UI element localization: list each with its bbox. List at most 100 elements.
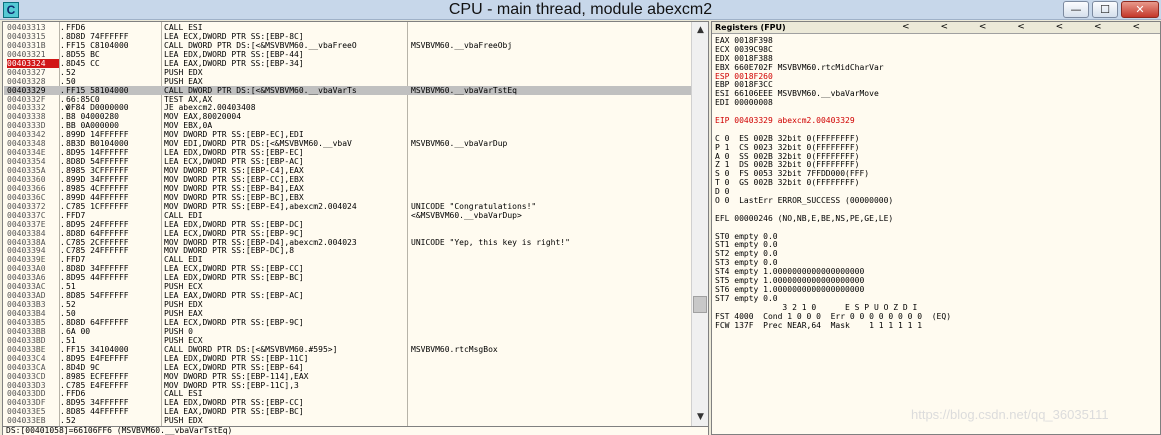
register-line[interactable]: S 0 FS 0053 32bit 7FFDD000(FFF)	[715, 169, 951, 178]
instruction-row[interactable]: 004033CA. 8D4D 9C LEA ECX,DWORD PTR SS:[EB…	[4, 363, 694, 372]
instruction-row[interactable]: 00403315. 8D8D 74FFFFFF LEA ECX,DWORD PTR …	[4, 32, 694, 41]
register-line[interactable]: ST3 empty 0.0	[715, 258, 951, 267]
register-line[interactable]	[715, 125, 951, 134]
register-line[interactable]: ESI 66106EEE MSVBVM60.__vbaVarMove	[715, 89, 951, 98]
instruction-row[interactable]: 0040334E. 8D95 14FFFFFF LEA EDX,DWORD PTR …	[4, 148, 694, 157]
instruction-hex: B8 04000280	[66, 112, 119, 122]
register-line[interactable]: ST6 empty 1.0000000000000000000	[715, 285, 951, 294]
register-line[interactable]: EAX 0018F398	[715, 36, 951, 45]
register-line[interactable]: 3 2 1 0 E S P U O Z D I	[715, 303, 951, 312]
register-line[interactable]: EBX 660E702F MSVBVM60.rtcMidCharVar	[715, 63, 951, 72]
register-line[interactable]: O 0 LastErr ERROR_SUCCESS (00000000)	[715, 196, 951, 205]
instruction-address: 00403338	[7, 112, 46, 122]
register-line[interactable]: C 0 ES 002B 32bit 0(FFFFFFFF)	[715, 134, 951, 143]
instruction-row[interactable]: 004033EB. 52 PUSH EDX	[4, 416, 694, 425]
register-line[interactable]: T 0 GS 002B 32bit 0(FFFFFFFF)	[715, 178, 951, 187]
instruction-row[interactable]: 004033B5. 8D8D 64FFFFFF LEA ECX,DWORD PTR …	[4, 318, 694, 327]
instruction-row[interactable]: 004033E5. 8D85 44FFFFFF LEA EAX,DWORD PTR …	[4, 407, 694, 416]
register-line[interactable]	[715, 223, 951, 232]
instruction-row[interactable]: 004033A0. 8D8D 34FFFFFF LEA ECX,DWORD PTR …	[4, 264, 694, 273]
register-line[interactable]: Z 1 DS 002B 32bit 0(FFFFFFFF)	[715, 160, 951, 170]
register-line[interactable]: P 1 CS 0023 32bit 0(FFFFFFFF)	[715, 143, 951, 152]
instruction-hex: 6A 00	[66, 326, 91, 336]
register-view-arrows[interactable]: < < < < < < <	[902, 22, 1154, 32]
instruction-row[interactable]: 004033BD. 51 PUSH ECX	[4, 336, 694, 345]
instruction-row[interactable]: 0040331B. FF15 C8104000 CALL DWORD PTR DS:…	[4, 41, 694, 50]
register-line[interactable]: D 0	[715, 187, 951, 196]
register-line[interactable]	[715, 107, 951, 116]
instruction-row[interactable]: 0040336C. 899D 44FFFFFF MOV DWORD PTR SS:[…	[4, 193, 694, 202]
instruction-text: LEA EAX,DWORD PTR SS:[EBP-AC]	[164, 291, 304, 301]
instruction-row[interactable]: 0040337C. FFD7 CALL EDI <&MSVBVM60.__vbaVar…	[4, 211, 694, 220]
register-line[interactable]: ST0 empty 0.0	[715, 232, 951, 241]
register-line[interactable]: EIP 00403329 abexcm2.00403329	[715, 116, 951, 125]
instruction-row[interactable]: 004033B3. 52 PUSH EDX	[4, 300, 694, 309]
instruction-row[interactable]: 004033BE. FF15 34104000 CALL DWORD PTR DS:…	[4, 345, 694, 354]
instruction-row[interactable]: 0040339E. FFD7 CALL EDI	[4, 255, 694, 264]
instruction-address: 0040339E	[7, 255, 46, 265]
register-line[interactable]: FST 4000 Cond 1 0 0 0 Err 0 0 0 0 0 0 0 …	[715, 312, 951, 321]
instruction-row[interactable]: 004033CD. 8985 ECFEFFFF MOV DWORD PTR SS:[…	[4, 372, 694, 381]
register-line[interactable]: ECX 0039C98C	[715, 45, 951, 54]
instruction-row[interactable]: 004033DF. 8D95 34FFFFFF LEA EDX,DWORD PTR …	[4, 398, 694, 407]
instruction-row[interactable]: 004033BB. 6A 00 PUSH 0	[4, 327, 694, 336]
register-line[interactable]: ST1 empty 0.0	[715, 240, 951, 250]
instruction-row[interactable]: 004033C4. 8D95 E4FEFFFF LEA EDX,DWORD PTR …	[4, 354, 694, 363]
register-line[interactable]: EDX 0018F388	[715, 54, 951, 63]
instruction-row[interactable]: 00403338. B8 04000280 MOV EAX,80020004	[4, 112, 694, 121]
register-line[interactable]: A 0 SS 002B 32bit 0(FFFFFFFF)	[715, 152, 951, 161]
registers-pane[interactable]: Registers (FPU) < < < < < < < EAX 0018F3…	[711, 21, 1161, 435]
instruction-row[interactable]: 004033A6. 8D95 44FFFFFF LEA EDX,DWORD PTR …	[4, 273, 694, 282]
instruction-row[interactable]: 00403348. 8B3D B0104000 MOV EDI,DWORD PTR …	[4, 139, 694, 148]
instruction-row[interactable]: 0040333D. BB 0A000000 MOV EBX,0A	[4, 121, 694, 130]
instruction-text: MOV EBX,0A	[164, 121, 213, 131]
instruction-row[interactable]: 00403384. 8D8D 64FFFFFF LEA ECX,DWORD PTR …	[4, 229, 694, 238]
instruction-row[interactable]: 004033AC. 51 PUSH ECX	[4, 282, 694, 291]
disassembly-pane[interactable]: 00403313. FFD6 CALL ESI 00403315. 8D8D 74FFF…	[2, 21, 709, 427]
register-line[interactable]	[715, 205, 951, 214]
register-line[interactable]: ST5 empty 1.0000000000000000000	[715, 276, 951, 285]
instruction-row[interactable]: 00403366. 8985 4CFFFFFF MOV DWORD PTR SS:[…	[4, 184, 694, 193]
instruction-row[interactable]: 004033AD. 8D85 54FFFFFF LEA EAX,DWORD PTR …	[4, 291, 694, 300]
instruction-row[interactable]: 00403328. 50 PUSH EAX	[4, 77, 694, 86]
instruction-hex: 8D85 44FFFFFF	[66, 407, 129, 417]
instruction-row[interactable]: 004033B4. 50 PUSH EAX	[4, 309, 694, 318]
register-line[interactable]: ST4 empty 1.0000000000000000000	[715, 267, 951, 276]
instruction-row[interactable]: 004033D3. C785 E4FEFFFF MOV DWORD PTR SS:[…	[4, 381, 694, 390]
instruction-row[interactable]: 00403354. 8D8D 54FFFFFF LEA ECX,DWORD PTR …	[4, 157, 694, 166]
instruction-row[interactable]: 00403313. FFD6 CALL ESI	[4, 23, 694, 32]
register-line[interactable]: EBP 0018F3CC	[715, 80, 951, 90]
title-bar: C CPU - main thread, module abexcm2 — ☐ …	[0, 0, 1161, 20]
instruction-comment: MSVBVM60.__vbaFreeObj	[411, 40, 513, 50]
instruction-row[interactable]: 00403394. C785 24FFFFFF MOV DWORD PTR SS:[…	[4, 246, 694, 255]
instruction-row[interactable]: 00403372. C785 1CFFFFFF MOV DWORD PTR SS:[…	[4, 202, 694, 211]
instruction-row[interactable]: 00403327. 52 PUSH EDX	[4, 68, 694, 77]
instruction-row[interactable]: 0040337E. 8D95 24FFFFFF LEA EDX,DWORD PTR …	[4, 220, 694, 229]
instruction-row[interactable]: 00403342. 899D 14FFFFFF MOV DWORD PTR SS:[…	[4, 130, 694, 139]
register-line[interactable]: EDI 00000008	[715, 98, 951, 107]
register-line[interactable]: EFL 00000246 (NO,NB,E,BE,NS,PE,GE,LE)	[715, 214, 951, 223]
instruction-row[interactable]: 0040335A. 8985 3CFFFFFF MOV DWORD PTR SS:[…	[4, 166, 694, 175]
close-button[interactable]: ✕	[1121, 1, 1159, 18]
instruction-address: 004033BB	[7, 326, 46, 336]
instruction-row[interactable]: 00403360. 899D 34FFFFFF MOV DWORD PTR SS:[…	[4, 175, 694, 184]
register-line[interactable]: ESP 0018F260	[715, 72, 951, 81]
instruction-row[interactable]: 00403321. 8D55 BC LEA EDX,DWORD PTR SS:[EB…	[4, 50, 694, 59]
instruction-hex: C785 1CFFFFFF	[66, 201, 129, 211]
register-line[interactable]: ST7 empty 0.0	[715, 294, 951, 303]
instruction-text: LEA ECX,DWORD PTR SS:[EBP-AC]	[164, 157, 304, 167]
scroll-thumb[interactable]	[693, 296, 707, 313]
selected-instruction-row[interactable]: 00403329. FF15 58104000 CALL DWORD PTR DS:…	[4, 85, 694, 95]
instruction-row[interactable]: 004033DD. FFD6 CALL ESI	[4, 389, 694, 398]
register-line[interactable]: ST2 empty 0.0	[715, 249, 951, 258]
maximize-button[interactable]: ☐	[1092, 1, 1118, 18]
instruction-row[interactable]: 0040338A. C785 2CFFFFFF MOV DWORD PTR SS:[…	[4, 238, 694, 247]
instruction-row[interactable]: 0040332F. 66:85C0 TEST AX,AX	[4, 95, 694, 104]
breakpoint-row[interactable]: 00403324. 8D45 CC LEA EAX,DWORD PTR SS:[EB…	[4, 58, 694, 68]
disassembly-scrollbar[interactable]: ▲ ▼	[691, 22, 708, 426]
register-line[interactable]: FCW 137F Prec NEAR,64 Mask 1 1 1 1 1 1	[715, 321, 951, 330]
scroll-up-icon[interactable]: ▲	[692, 22, 709, 39]
instruction-row[interactable]: 00403332 .v 0F84 D0000000 JE abexcm2.004034…	[4, 103, 694, 112]
scroll-down-icon[interactable]: ▼	[692, 409, 709, 426]
minimize-button[interactable]: —	[1063, 1, 1089, 18]
